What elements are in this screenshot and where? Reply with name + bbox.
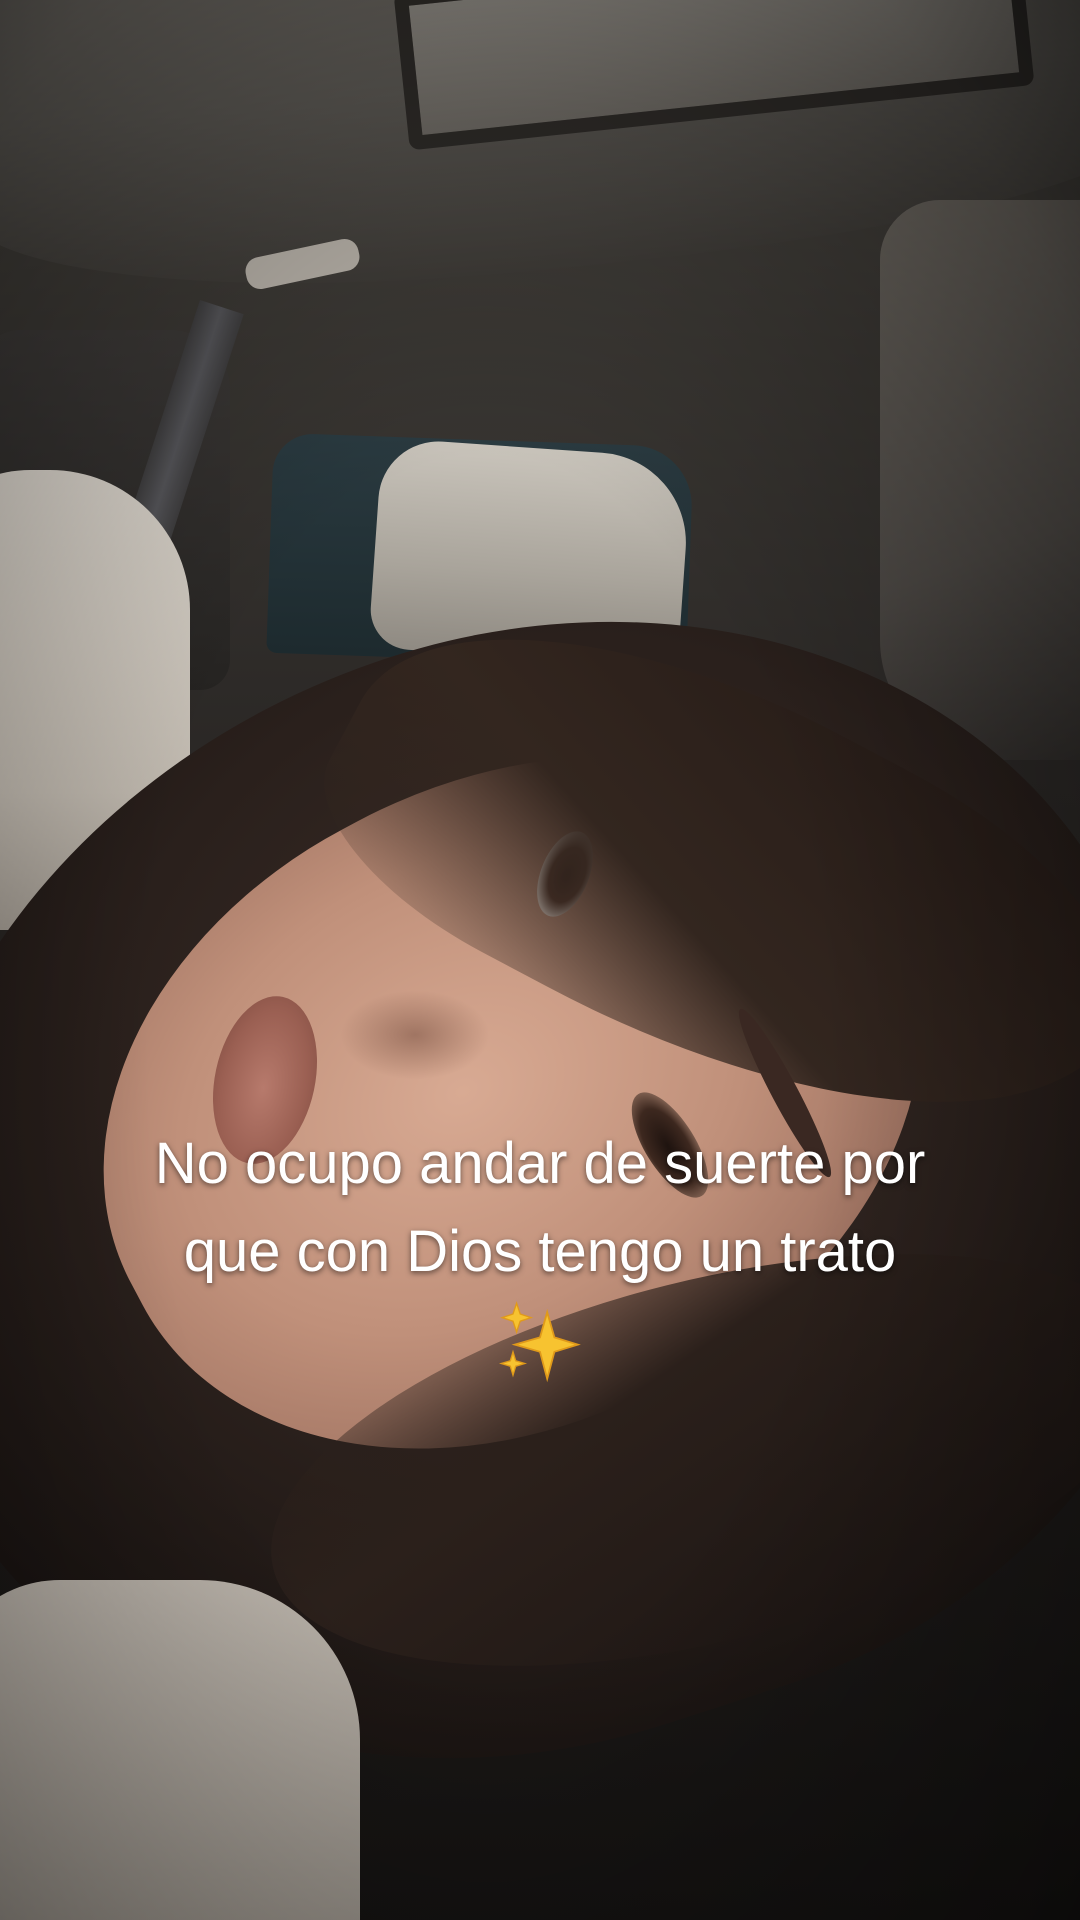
caption-line-1: No ocupo andar de suerte por xyxy=(154,1131,926,1196)
car-pillar xyxy=(880,200,1080,760)
video-frame: No ocupo andar de suerte por que con Dio… xyxy=(0,0,1080,1920)
sparkle-small-bottom xyxy=(498,1349,528,1378)
caption-overlay: No ocupo andar de suerte por que con Dio… xyxy=(40,1120,1040,1386)
shirt xyxy=(0,1580,360,1920)
sparkle-small-top xyxy=(500,1301,534,1335)
nose xyxy=(340,990,490,1080)
sparkles-icon xyxy=(498,1301,581,1383)
caption-line-2: que con Dios tengo un trato xyxy=(183,1219,897,1284)
sparkle-large xyxy=(511,1308,581,1383)
